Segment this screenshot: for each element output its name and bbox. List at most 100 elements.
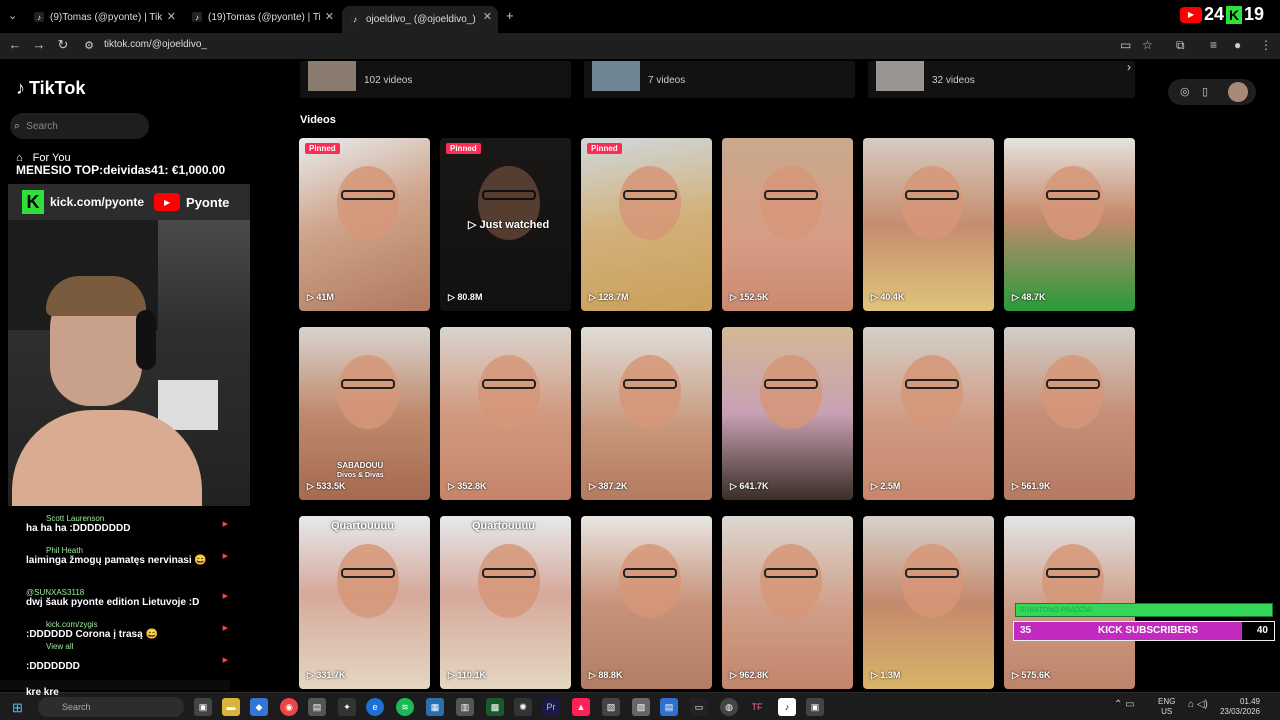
- spotify-icon[interactable]: ≋: [396, 698, 414, 716]
- video-card[interactable]: Quartouuuu ▷ 331.7K: [299, 516, 430, 689]
- stream-logo-number: 19: [1244, 4, 1265, 24]
- top-donor-text: MENESIO TOP:deividas41: €1,000.00: [16, 163, 226, 177]
- address-bar[interactable]: tiktok.com/@ojoeldivo_: [104, 39, 207, 50]
- video-thumbnail-face: [337, 166, 399, 240]
- chevron-right-icon[interactable]: ›: [1127, 60, 1131, 74]
- tiktok-app-icon[interactable]: ♪: [778, 698, 796, 716]
- search-input[interactable]: ⌕ Search: [10, 113, 149, 139]
- task-view-icon[interactable]: ▣: [194, 698, 212, 716]
- back-arrow-icon[interactable]: ←: [6, 37, 24, 52]
- app-icon[interactable]: ▤: [308, 698, 326, 716]
- edge-icon[interactable]: e: [366, 698, 384, 716]
- chat-badge-icon: ▶: [222, 657, 228, 664]
- brave-icon[interactable]: ▲: [572, 698, 590, 716]
- notepad-icon[interactable]: ▤: [660, 698, 678, 716]
- app-icon[interactable]: ▨: [632, 698, 650, 716]
- playlist-card[interactable]: 7 videos: [584, 61, 855, 98]
- close-tab-icon[interactable]: ✕: [325, 10, 334, 23]
- video-view-count: ▷ 575.6K: [1012, 670, 1051, 680]
- video-card[interactable]: ▷ 561.9K: [1004, 327, 1135, 500]
- video-card[interactable]: ▷ 88.8K: [581, 516, 712, 689]
- stream-chat: Scott Laurenson ha ha ha :DDDDDDDD ▶ Phi…: [16, 512, 230, 692]
- device-icon[interactable]: ▯: [1202, 85, 1208, 98]
- cast-icon[interactable]: ▭: [1120, 38, 1131, 52]
- windows-start-icon[interactable]: ⊞: [12, 700, 23, 716]
- app-icon[interactable]: ▥: [456, 698, 474, 716]
- premiere-icon[interactable]: Pr: [542, 698, 560, 716]
- video-thumbnail-glasses: [482, 379, 536, 389]
- chrome-icon[interactable]: ◉: [280, 698, 298, 716]
- youtube-logo-icon: ▶: [154, 193, 181, 211]
- video-card[interactable]: ▷ 152.5K: [722, 138, 853, 311]
- video-view-count: ▷ 331.7K: [307, 670, 346, 680]
- tiktok-logo-text: TikTok: [29, 78, 86, 98]
- reload-icon[interactable]: ↻: [54, 37, 72, 53]
- tab-search-icon[interactable]: ⌄: [8, 9, 17, 22]
- photos-icon[interactable]: ▦: [426, 698, 444, 716]
- app-icon[interactable]: ✺: [514, 698, 532, 716]
- store-icon[interactable]: ◆: [250, 698, 268, 716]
- system-clock[interactable]: 01.49 23/03/2026: [1216, 697, 1260, 717]
- app-icon[interactable]: ▣: [806, 698, 824, 716]
- app-icon[interactable]: ▩: [486, 698, 504, 716]
- video-card[interactable]: ▷ 2.5M: [863, 327, 994, 500]
- video-card[interactable]: ▷ 352.8K: [440, 327, 571, 500]
- avatar[interactable]: [1228, 82, 1248, 102]
- lang-secondary: US: [1161, 707, 1173, 716]
- video-view-count: ▷ 152.5K: [730, 292, 769, 302]
- compass-icon[interactable]: ◎: [1180, 85, 1190, 98]
- video-card[interactable]: ▷ 48.7K: [1004, 138, 1135, 311]
- video-thumbnail-glasses: [905, 568, 959, 578]
- video-card[interactable]: ▷ 1.3M: [863, 516, 994, 689]
- kick-subscribers-bar: 35 KICK SUBSCRIBERS 40: [1013, 621, 1275, 641]
- chat-username[interactable]: View all: [46, 642, 230, 651]
- chat-message: Scott Laurenson ha ha ha :DDDDDDDD ▶: [16, 514, 230, 534]
- media-icon[interactable]: ≡: [1210, 38, 1217, 52]
- video-card[interactable]: ▷ 962.8K: [722, 516, 853, 689]
- tab-title: (9)Tomas (@pyonte) | TikTok: [50, 11, 162, 23]
- terminal-icon[interactable]: ▭: [690, 698, 708, 716]
- video-card[interactable]: ▷ 387.2K: [581, 327, 712, 500]
- subathon-bar: SUBATONO PRADŽIA!: [1015, 603, 1273, 617]
- video-card[interactable]: ▷ Just watched Pinned ▷ 80.8M: [440, 138, 571, 311]
- extensions-icon[interactable]: ⧉: [1176, 38, 1185, 53]
- tiktok-favicon-icon: ♪: [34, 12, 44, 22]
- video-card[interactable]: Pinned ▷ 41M: [299, 138, 430, 311]
- obs-icon[interactable]: ◍: [720, 698, 738, 716]
- app-icon[interactable]: TF: [748, 698, 766, 716]
- playlist-card[interactable]: 32 videos: [868, 61, 1135, 98]
- browser-tab-1[interactable]: ♪ (9)Tomas (@pyonte) | TikTok ✕: [26, 6, 182, 28]
- tray-chevron-icon[interactable]: ⌃ ▭: [1114, 699, 1135, 710]
- site-info-icon[interactable]: ⚙: [80, 39, 98, 52]
- browser-tab-3-active[interactable]: ♪ ojoeldivo_ (@ojoeldivo_) | TikTok ✕: [342, 6, 498, 33]
- pinned-badge: Pinned: [587, 143, 622, 154]
- video-caption: Quartouuuu: [472, 520, 535, 532]
- kick-logo-icon: K: [22, 190, 44, 214]
- app-icon[interactable]: ▧: [602, 698, 620, 716]
- browser-tab-2[interactable]: ♪ (19)Tomas (@pyonte) | TikTok ✕: [184, 6, 340, 28]
- close-tab-icon[interactable]: ✕: [483, 10, 492, 23]
- headset-icon: [136, 310, 156, 370]
- bookmark-star-icon[interactable]: ☆: [1142, 38, 1153, 52]
- video-card[interactable]: ▷ 641.7K: [722, 327, 853, 500]
- video-card[interactable]: ▷ 40.4K: [863, 138, 994, 311]
- close-tab-icon[interactable]: ✕: [167, 10, 176, 23]
- chat-text: dwj šauk pyonte edition Lietuvoje :D: [26, 597, 200, 608]
- profile-icon[interactable]: ●: [1234, 38, 1241, 52]
- tiktok-logo[interactable]: ♪ TikTok: [16, 78, 85, 99]
- taskbar-search-input[interactable]: Search: [38, 697, 184, 717]
- video-card[interactable]: Pinned ▷ 128.7M: [581, 138, 712, 311]
- clock-date: 23/03/2026: [1219, 707, 1260, 716]
- video-thumbnail-face: [619, 166, 681, 240]
- video-card[interactable]: Quartouuuu ▷ 110.1K: [440, 516, 571, 689]
- video-thumbnail-face: [337, 544, 399, 618]
- forward-arrow-icon[interactable]: →: [30, 37, 48, 52]
- new-tab-button[interactable]: +: [506, 8, 514, 23]
- playlist-card[interactable]: 102 videos: [300, 61, 571, 98]
- file-explorer-icon[interactable]: ▬: [222, 698, 240, 716]
- video-card[interactable]: SABADOUU Divos & Divas ▷ 533.5K: [299, 327, 430, 500]
- app-icon[interactable]: ✦: [338, 698, 356, 716]
- language-indicator[interactable]: ENG US: [1158, 697, 1175, 717]
- menu-icon[interactable]: ⋮: [1260, 38, 1272, 52]
- network-volume-icon[interactable]: ⌂ ◁): [1188, 699, 1208, 710]
